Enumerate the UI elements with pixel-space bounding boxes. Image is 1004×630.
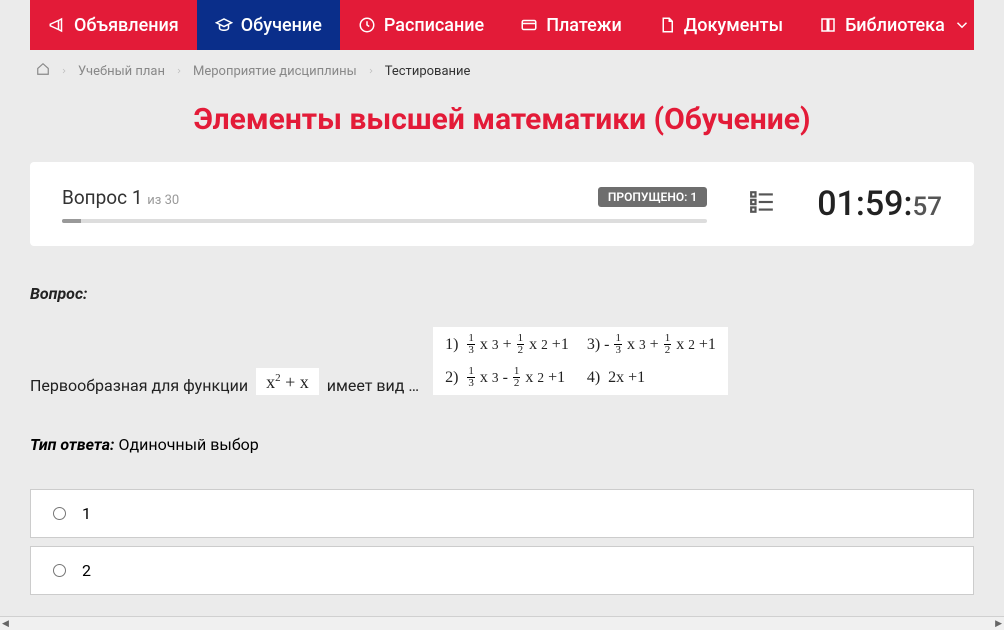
nav-label: Библиотека	[845, 15, 945, 36]
chevron-right-icon	[175, 67, 183, 75]
nav-label: Объявления	[74, 15, 179, 36]
chevron-down-icon	[953, 16, 971, 34]
home-icon[interactable]	[36, 62, 50, 80]
timer: 01:59:57	[817, 184, 942, 224]
clock-icon	[358, 16, 376, 34]
nav-label: Обучение	[241, 15, 322, 36]
answers-list: 1 2	[30, 489, 974, 595]
answer-option[interactable]: 1	[30, 489, 974, 538]
question-text-suffix: имеет вид …	[327, 376, 419, 395]
breadcrumb-current: Тестирование	[385, 64, 471, 79]
math-option-4: 4) 2x +1	[587, 369, 716, 387]
answer-label: 1	[82, 504, 91, 523]
chevron-right-icon	[60, 67, 68, 75]
answer-radio[interactable]	[53, 564, 66, 577]
nav-announcements[interactable]: Объявления	[30, 0, 197, 50]
megaphone-icon	[48, 16, 66, 34]
question-heading: Вопрос:	[30, 284, 974, 303]
nav-payments[interactable]: Платежи	[502, 0, 640, 50]
book-icon	[819, 16, 837, 34]
chevron-right-icon	[367, 67, 375, 75]
progress-fill	[62, 219, 81, 223]
skipped-badge: ПРОПУЩЕНО: 1	[598, 187, 707, 207]
nav-label: Платежи	[546, 15, 622, 36]
formula-inline: x2 + x	[256, 368, 319, 395]
breadcrumb-link[interactable]: Мероприятие дисциплины	[193, 64, 357, 79]
question-list-button[interactable]	[747, 189, 777, 219]
question-counter: Вопрос 1 из 30	[62, 186, 179, 209]
nav-label: Документы	[684, 15, 783, 36]
card-icon	[520, 16, 538, 34]
answer-label: 2	[82, 561, 91, 580]
math-option-3: 3) -13x3+12x2+1	[587, 333, 716, 356]
nav-documents[interactable]: Документы	[640, 0, 801, 50]
answer-type: Тип ответа: Одиночный выбор	[30, 435, 974, 454]
nav-schedule[interactable]: Расписание	[340, 0, 502, 50]
question-text-prefix: Первообразная для функции	[30, 376, 248, 395]
nav-label: Расписание	[384, 15, 484, 36]
answer-option[interactable]: 2	[30, 546, 974, 595]
scroll-right-icon: ▶	[995, 619, 1002, 629]
doc-icon	[658, 16, 676, 34]
formula-options: 1) 13x3+12x2+1 3) -13x3+12x2+1 2) 13x3-1…	[433, 327, 728, 395]
math-option-2: 2) 13x3-12x2+1	[445, 366, 569, 389]
breadcrumb-link[interactable]: Учебный план	[78, 64, 165, 79]
page-title: Элементы высшей математики (Обучение)	[30, 102, 974, 137]
status-card: Вопрос 1 из 30 ПРОПУЩЕНО: 1 01:59:	[30, 162, 974, 246]
nav-learning[interactable]: Обучение	[197, 0, 340, 50]
question-block: Вопрос: Первообразная для функции x2 + x…	[30, 284, 974, 395]
progress-bar	[62, 219, 707, 223]
horizontal-scrollbar[interactable]: ◀ ▶	[0, 616, 1004, 630]
math-option-1: 1) 13x3+12x2+1	[445, 333, 569, 356]
scroll-left-icon: ◀	[2, 619, 9, 629]
gradcap-icon	[215, 16, 233, 34]
answer-radio[interactable]	[53, 507, 66, 520]
top-nav: Объявления Обучение Расписание Платежи Д…	[30, 0, 974, 50]
breadcrumb: Учебный план Мероприятие дисциплины Тест…	[30, 50, 974, 92]
nav-library[interactable]: Библиотека	[801, 0, 989, 50]
